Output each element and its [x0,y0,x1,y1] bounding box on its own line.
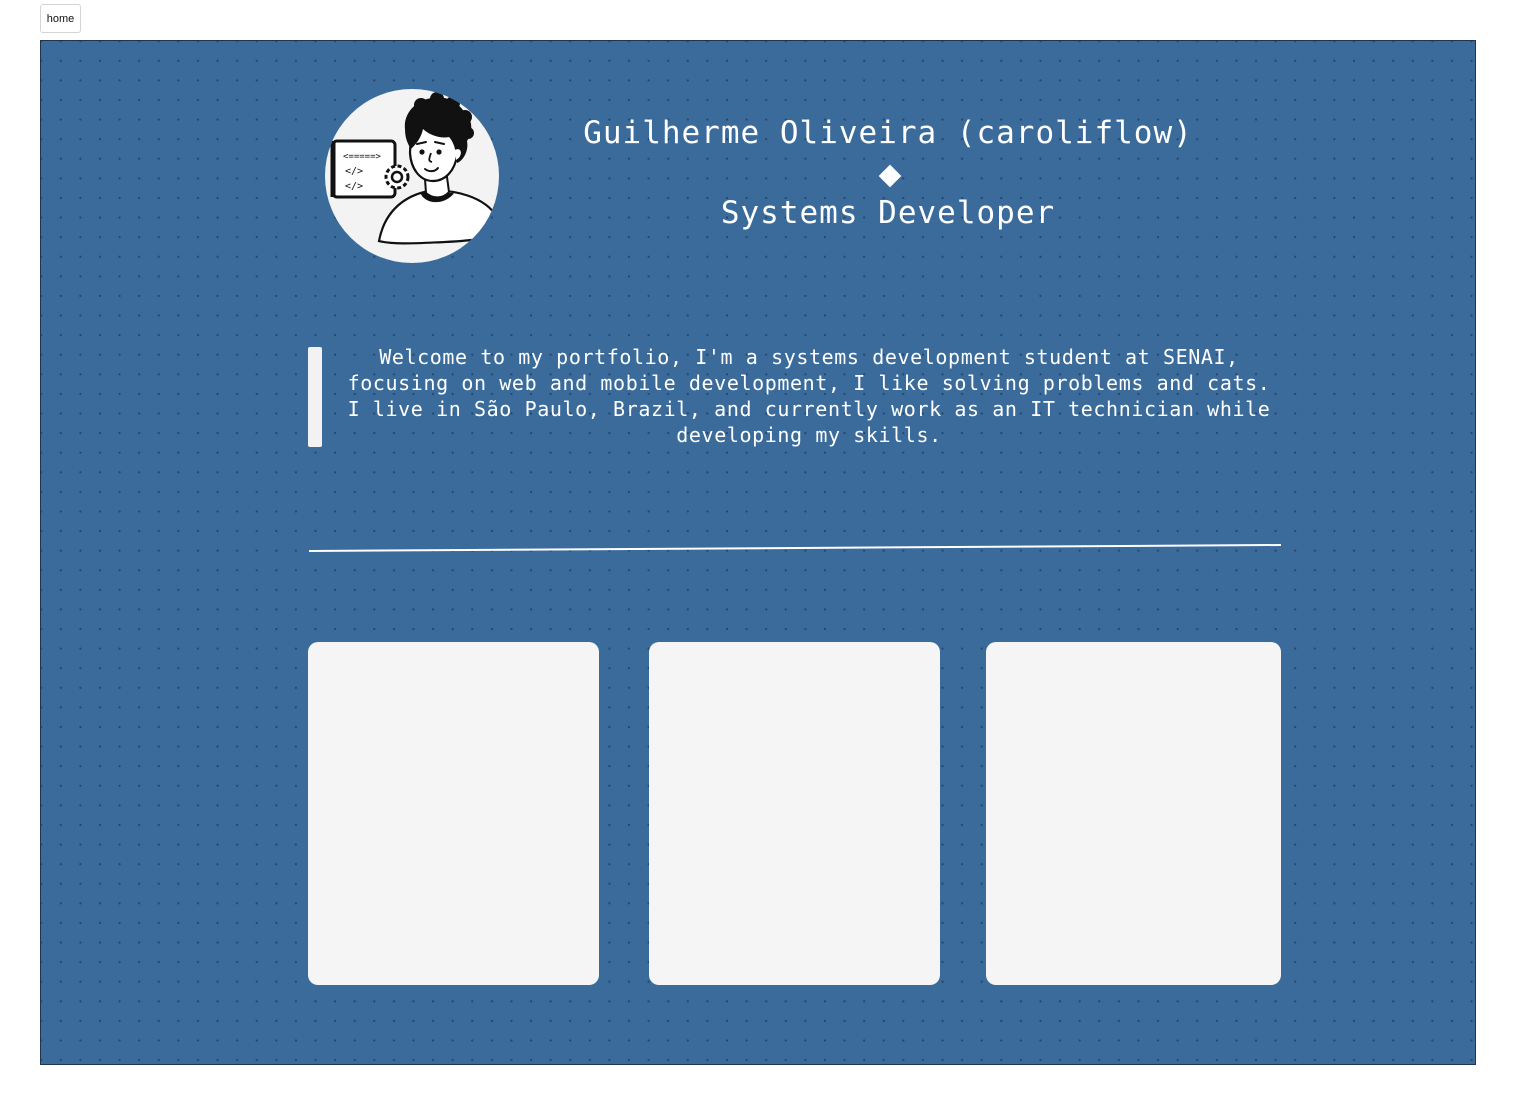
svg-text:</>: </> [345,166,363,177]
page-title: Guilherme Oliveira (caroliflow) [583,115,1193,151]
developer-avatar-icon: <=====> </> </> [330,92,499,245]
project-card-1[interactable] [308,642,599,985]
avatar: <=====> </> </> [325,89,499,263]
project-card-3[interactable] [986,642,1281,985]
quote-bar [308,347,322,447]
intro-text: Welcome to my portfolio, I'm a systems d… [347,345,1271,447]
portfolio-panel: <=====> </> </> Guilherme Oliveira (caro… [40,40,1476,1065]
svg-text:<=====>: <=====> [343,152,382,162]
section-divider [308,544,1282,552]
svg-text:</>: </> [345,181,363,192]
diamond-icon [878,164,902,188]
project-card-2[interactable] [649,642,940,985]
job-title: Systems Developer [720,195,1056,231]
home-button[interactable]: home [40,4,81,33]
